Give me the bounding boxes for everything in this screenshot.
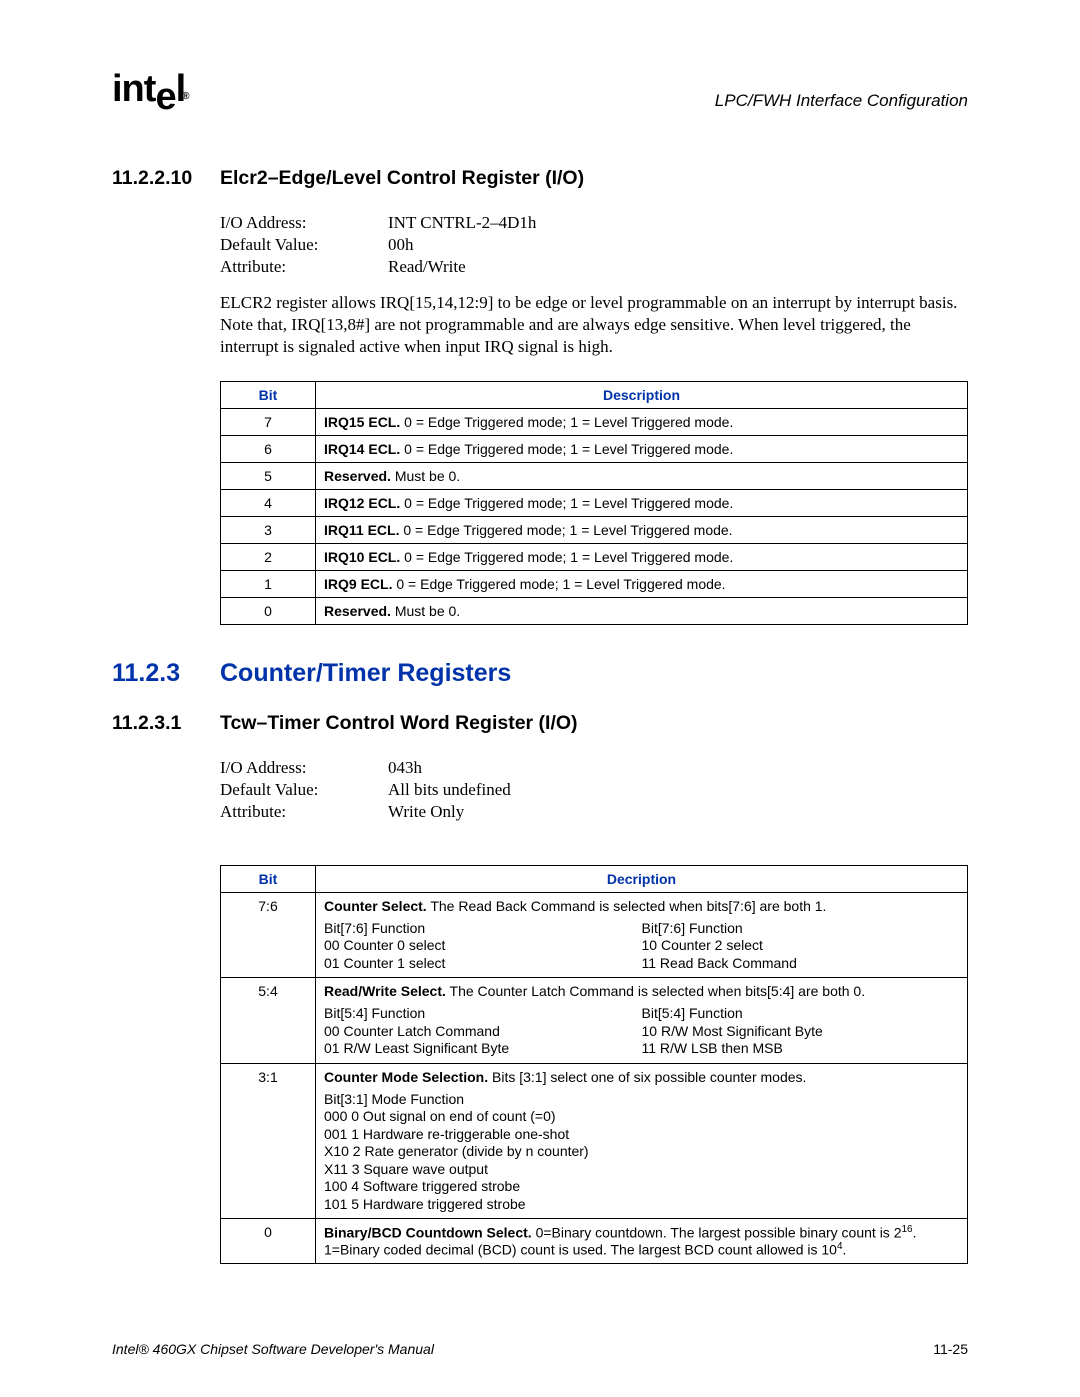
info-row: Attribute: Read/Write xyxy=(220,256,968,278)
table-row: 0Reserved. Must be 0. xyxy=(221,597,968,624)
info-row: I/O Address: 043h xyxy=(220,757,968,779)
subsection-heading: 11.2.2.10Elcr2–Edge/Level Control Regist… xyxy=(112,167,968,190)
table-header-bit: Bit xyxy=(221,381,316,408)
table-row: 5Reserved. Must be 0. xyxy=(221,462,968,489)
table-row: 1IRQ9 ECL. 0 = Edge Triggered mode; 1 = … xyxy=(221,570,968,597)
info-row: Default Value: 00h xyxy=(220,234,968,256)
table-row: 4IRQ12 ECL. 0 = Edge Triggered mode; 1 =… xyxy=(221,489,968,516)
intel-logo: intel® xyxy=(112,68,192,111)
table-header-desc: Description xyxy=(316,381,968,408)
info-row: Default Value: All bits undefined xyxy=(220,779,968,801)
subsection-number: 11.2.3.1 xyxy=(112,712,220,735)
bit-table-elcr2: Bit Description 7IRQ15 ECL. 0 = Edge Tri… xyxy=(220,381,968,625)
table-row: 5:4 Read/Write Select. The Counter Latch… xyxy=(221,978,968,1064)
table-row: 3:1 Counter Mode Selection. Bits [3:1] s… xyxy=(221,1063,968,1219)
info-row: I/O Address: INT CNTRL-2–4D1h xyxy=(220,212,968,234)
page-root: intel® LPC/FWH Interface Configuration 1… xyxy=(0,0,1080,1397)
table-header-desc: Decription xyxy=(316,865,968,892)
table-row: 7IRQ15 ECL. 0 = Edge Triggered mode; 1 =… xyxy=(221,408,968,435)
info-row: Attribute: Write Only xyxy=(220,801,968,823)
section-title: Counter/Timer Registers xyxy=(220,659,511,687)
register-info-block: I/O Address: 043h Default Value: All bit… xyxy=(220,757,968,823)
table-row: 6IRQ14 ECL. 0 = Edge Triggered mode; 1 =… xyxy=(221,435,968,462)
table-row: 0 Binary/BCD Countdown Select. 0=Binary … xyxy=(221,1219,968,1263)
paragraph: ELCR2 register allows IRQ[15,14,12:9] to… xyxy=(220,292,968,358)
page-header: intel® LPC/FWH Interface Configuration xyxy=(112,68,968,111)
subsection-title: Elcr2–Edge/Level Control Register (I/O) xyxy=(220,167,584,189)
registered-icon: ® xyxy=(182,91,188,102)
page-footer: Intel® 460GX Chipset Software Developer'… xyxy=(112,1341,968,1357)
subsection-number: 11.2.2.10 xyxy=(112,167,220,190)
header-section-title: LPC/FWH Interface Configuration xyxy=(715,91,968,111)
subsection-title: Tcw–Timer Control Word Register (I/O) xyxy=(220,712,578,734)
section-number: 11.2.3 xyxy=(112,659,220,688)
footer-page-number: 11-25 xyxy=(933,1341,968,1357)
table-header-bit: Bit xyxy=(221,865,316,892)
table-row: 7:6 Counter Select. The Read Back Comman… xyxy=(221,892,968,978)
table-row: 2IRQ10 ECL. 0 = Edge Triggered mode; 1 =… xyxy=(221,543,968,570)
table-row: 3IRQ11 ECL. 0 = Edge Triggered mode; 1 =… xyxy=(221,516,968,543)
register-info-block: I/O Address: INT CNTRL-2–4D1h Default Va… xyxy=(220,212,968,278)
section-heading: 11.2.3Counter/Timer Registers xyxy=(112,659,968,688)
bit-table-tcw: Bit Decription 7:6 Counter Select. The R… xyxy=(220,865,968,1264)
subsection-heading: 11.2.3.1Tcw–Timer Control Word Register … xyxy=(112,712,968,735)
footer-manual-title: Intel® 460GX Chipset Software Developer'… xyxy=(112,1341,434,1357)
